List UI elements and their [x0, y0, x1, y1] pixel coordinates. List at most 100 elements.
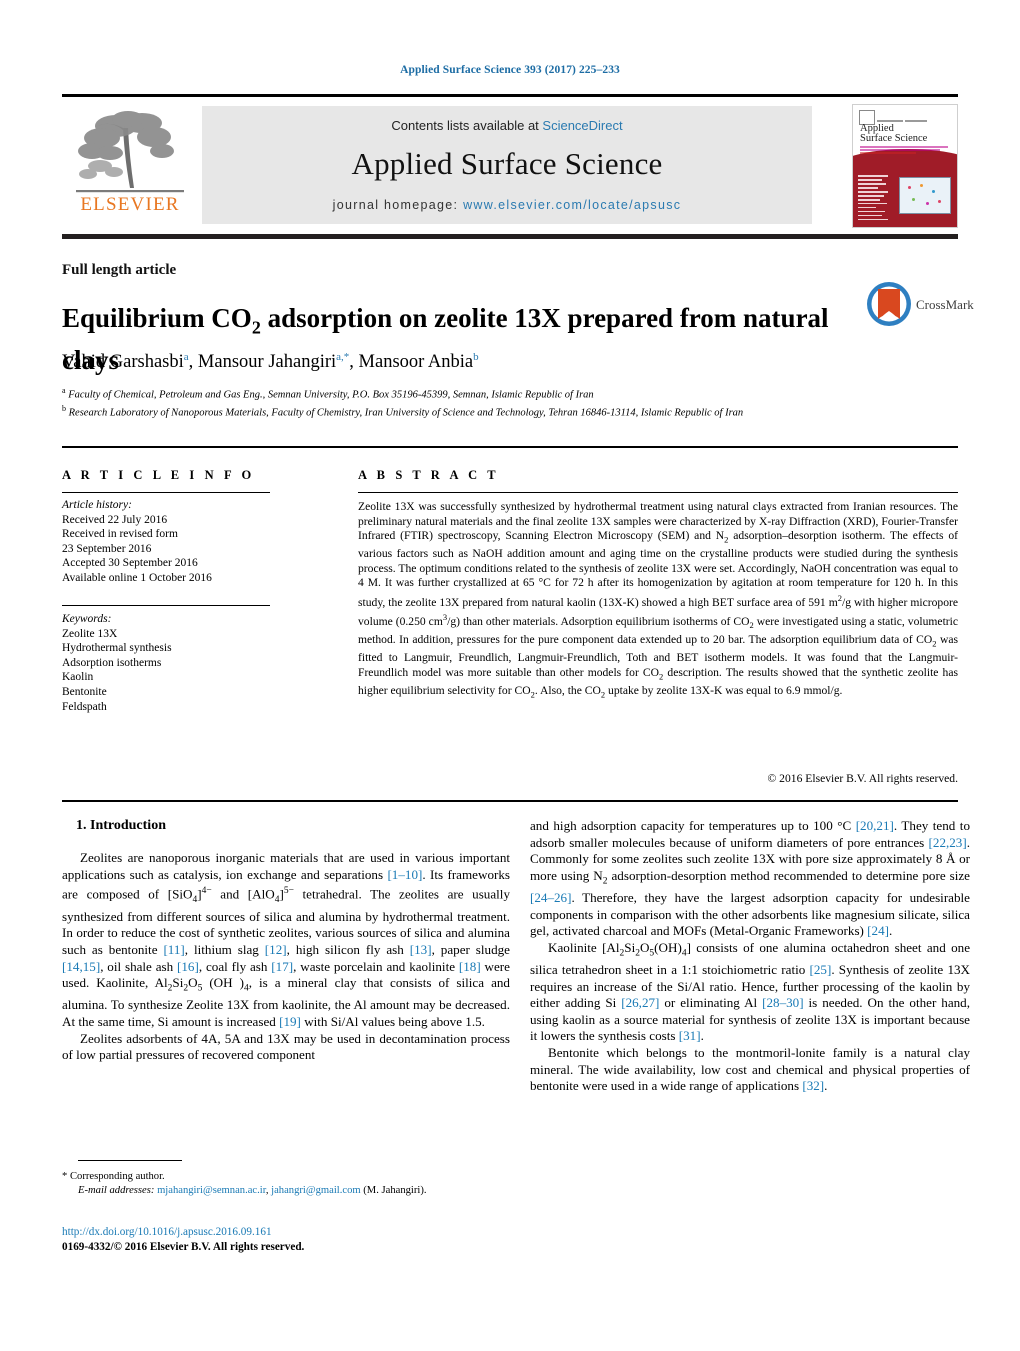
abstract-seg: uptake by zeolite 13X-K was equal to 6.9… — [605, 683, 843, 697]
text-seg: . — [700, 1028, 704, 1044]
citation-ref[interactable]: [14,15] — [62, 959, 100, 974]
text-seg: O — [639, 939, 650, 955]
author-list: Vahid Garshasbia, Mansour Jahangiria,*, … — [62, 351, 479, 373]
citation-ref[interactable]: [16] — [177, 959, 199, 974]
doi-link[interactable]: http://dx.doi.org/10.1016/j.apsusc.2016.… — [62, 1225, 512, 1240]
journal-article-page: Applied Surface Science 393 (2017) 225–2… — [0, 0, 1020, 1351]
elsevier-tree-icon — [76, 111, 184, 193]
cover-contents-lines — [858, 175, 890, 223]
affiliation-text: Faculty of Chemical, Petroleum and Gas E… — [68, 389, 594, 401]
keyword-list: Keywords: Zeolite 13X Hydrothermal synth… — [62, 612, 277, 714]
contents-line: Contents lists available at ScienceDirec… — [202, 118, 812, 133]
doi-block: http://dx.doi.org/10.1016/j.apsusc.2016.… — [62, 1225, 512, 1254]
contents-prefix: Contents lists available at — [391, 118, 543, 133]
journal-cover-thumbnail[interactable]: Applied Surface Science — [852, 104, 958, 228]
text-seg: , paper sludge — [431, 941, 510, 957]
affiliation-item: b Research Laboratory of Nanoporous Mate… — [62, 402, 852, 420]
citation-ref[interactable]: [28–30] — [762, 995, 803, 1010]
footnote-rule — [78, 1160, 182, 1161]
elsevier-wordmark: ELSEVIER — [80, 194, 180, 215]
author-name: Mansoor Anbia — [358, 352, 474, 373]
corresponding-author-note: * Corresponding author. — [62, 1170, 512, 1184]
citation-ref[interactable]: [25] — [809, 962, 831, 977]
abstract-heading: A B S T R A C T — [358, 468, 500, 482]
homepage-line: journal homepage: www.elsevier.com/locat… — [202, 198, 812, 212]
section-heading-introduction: 1. Introduction — [76, 818, 166, 833]
abstract-seg: /g) than other materials. Adsorption equ… — [447, 615, 750, 629]
text-seg: and high adsorption capacity for tempera… — [530, 818, 856, 833]
citation-ref[interactable]: [24–26] — [530, 890, 571, 905]
email-suffix: (M. Jahangiri). — [360, 1184, 427, 1196]
text-seg: . — [889, 923, 893, 939]
author-name: Vahid Garshasbi — [62, 352, 184, 373]
citation-ref[interactable]: [1–10] — [387, 867, 422, 882]
citation-ref[interactable]: [24] — [867, 923, 889, 938]
cover-title: Applied Surface Science — [860, 123, 954, 144]
citation-ref[interactable]: [20,21] — [856, 818, 894, 833]
paragraph: and high adsorption capacity for tempera… — [530, 818, 970, 940]
sciencedirect-link[interactable]: ScienceDirect — [542, 118, 622, 133]
article-history: Article history: Received 22 July 2016 R… — [62, 498, 277, 586]
body-column-right: and high adsorption capacity for tempera… — [530, 818, 970, 1095]
text-seg: . Therefore, they have the largest adsor… — [530, 889, 970, 939]
citation-ref[interactable]: [12] — [265, 942, 287, 957]
citation-ref[interactable]: [13] — [410, 942, 432, 957]
citation-ref[interactable]: [18] — [459, 959, 481, 974]
paragraph: Kaolinite [Al2Si2O5(OH)4] consists of on… — [530, 940, 970, 1045]
text-seg: Kaolinite [Al — [548, 939, 620, 955]
masthead-top-rule — [62, 94, 958, 97]
text-seg: O — [188, 975, 198, 991]
text-seg: (OH ) — [202, 975, 244, 991]
email-link-2[interactable]: jahangri@gmail.com — [271, 1185, 360, 1196]
author-affil-mark[interactable]: a,* — [336, 351, 349, 363]
abstract-text: Zeolite 13X was successfully synthesized… — [358, 500, 958, 701]
citation-ref[interactable]: [31] — [679, 1028, 701, 1043]
homepage-url-link[interactable]: www.elsevier.com/locate/apsusc — [463, 198, 681, 212]
text-seg: . — [824, 1078, 828, 1094]
title-subscript: 2 — [251, 317, 261, 338]
text-seg: , lithium slag — [184, 941, 265, 957]
keyword-item: Feldspath — [62, 700, 107, 713]
cover-subtitle-lines — [860, 146, 950, 155]
citation-ref[interactable]: [11] — [163, 942, 184, 957]
author-affil-mark[interactable]: b — [473, 351, 479, 363]
author-name: Mansour Jahangiri — [197, 352, 337, 373]
keywords-rule — [62, 605, 270, 606]
article-history-label: Article history: — [62, 499, 132, 511]
sup: 5− — [283, 886, 294, 897]
article-info-heading: A R T I C L E I N F O — [62, 468, 255, 482]
author-affil-mark[interactable]: a — [184, 351, 189, 363]
citation-ref[interactable]: [19] — [279, 1014, 301, 1029]
cover-header-lines — [859, 109, 951, 122]
citation-ref[interactable]: [26,27] — [621, 995, 659, 1010]
paragraph: Bentonite which belongs to the montmoril… — [530, 1045, 970, 1095]
crossmark-badge[interactable]: CrossMark — [866, 281, 974, 331]
email-link-1[interactable]: mjahangiri@semnan.ac.ir — [157, 1185, 266, 1196]
citation-ref[interactable]: [32] — [802, 1078, 824, 1093]
text-seg: or eliminating Al — [659, 995, 763, 1011]
title-part1: Equilibrium CO — [62, 303, 252, 334]
text-seg: , high silicon fly ash — [286, 941, 410, 957]
keywords-label: Keywords: — [62, 613, 112, 625]
journal-title: Applied Surface Science — [351, 146, 663, 181]
body-column-left: 1. Introduction Zeolites are nanoporous … — [62, 818, 510, 1064]
citation-ref[interactable]: [17] — [271, 959, 293, 974]
email-label: E-mail addresses: — [78, 1184, 155, 1196]
footnote-block: * Corresponding author. E-mail addresses… — [62, 1170, 512, 1197]
text-seg: adsorption-desorption method recommended… — [607, 867, 970, 883]
abstract-seg: . Also, the CO — [534, 683, 601, 697]
affiliation-mark: a — [62, 386, 66, 395]
history-item: Accepted 30 September 2016 — [62, 557, 198, 570]
text-seg: Bentonite which belongs to the montmoril… — [530, 1044, 970, 1094]
text-seg: and [AlO — [211, 886, 275, 902]
text-seg: , coal fly ash — [198, 958, 272, 974]
journal-masthead: ELSEVIER Contents lists available at Sci… — [62, 94, 958, 242]
sup: 4− — [201, 886, 212, 897]
citation-ref[interactable]: [22,23] — [929, 835, 967, 850]
crossmark-label: CrossMark — [916, 297, 974, 312]
crossmark-icon — [867, 282, 911, 326]
affiliation-item: a Faculty of Chemical, Petroleum and Gas… — [62, 384, 852, 402]
affiliation-mark: b — [62, 404, 66, 413]
affiliation-text: Research Laboratory of Nanoporous Materi… — [68, 407, 744, 419]
text-seg: (OH) — [654, 939, 682, 955]
